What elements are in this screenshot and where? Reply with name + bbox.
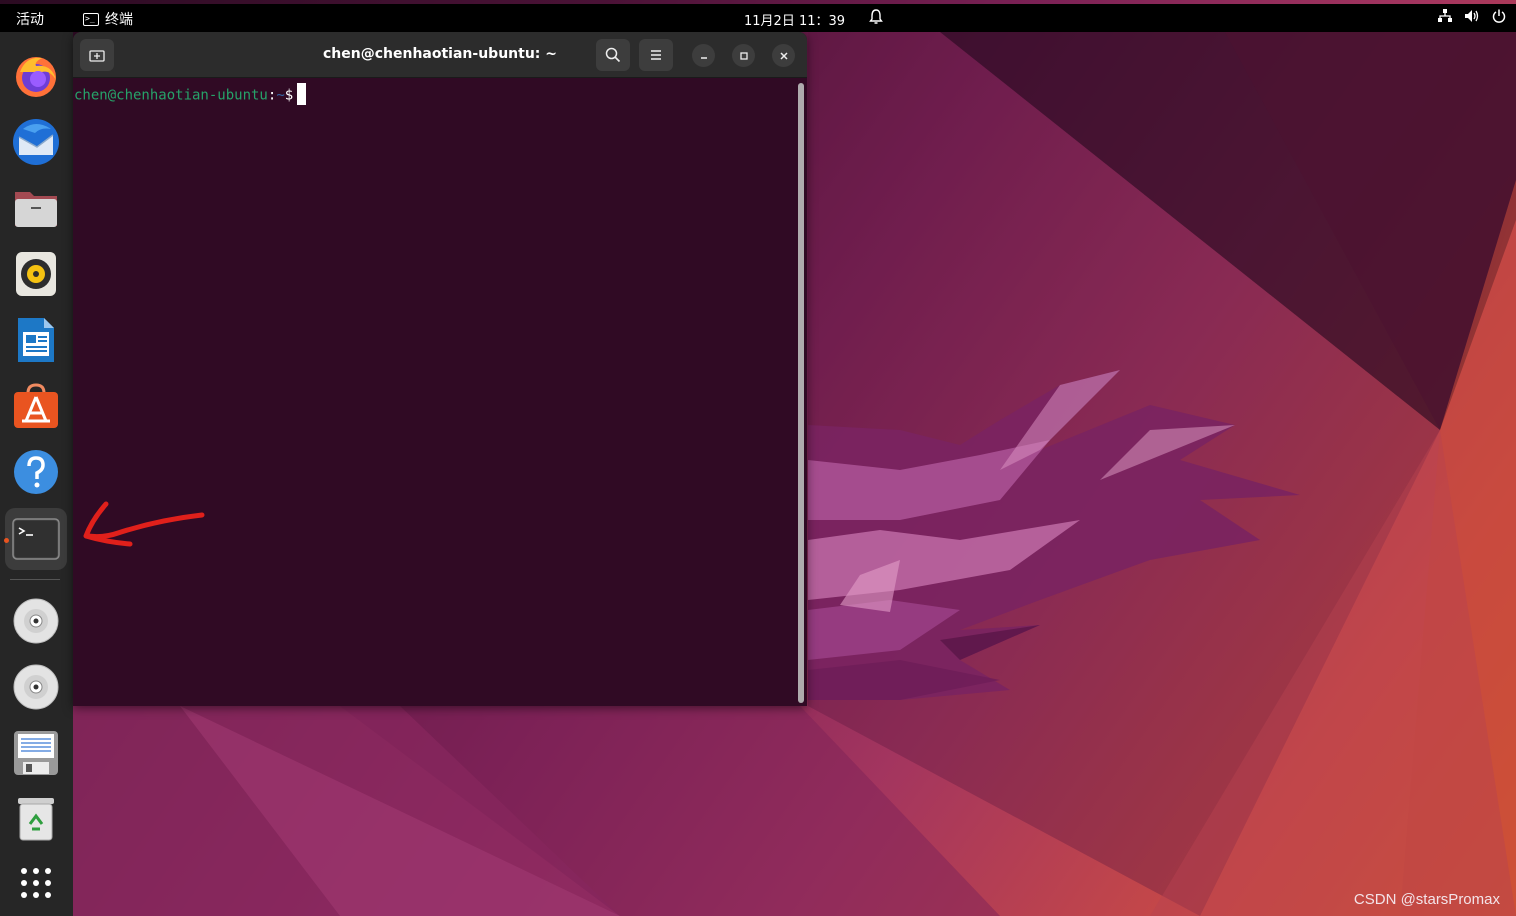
prompt-user: chen@chenhaotian-ubuntu — [74, 87, 268, 104]
terminal-icon: >_ — [83, 12, 99, 26]
app-menu-label: 终端 — [105, 12, 133, 28]
disc-icon — [13, 598, 59, 644]
prompt-line: chen@chenhaotian-ubuntu:~$ — [74, 83, 307, 105]
dock-item-libreoffice-writer[interactable] — [5, 309, 67, 371]
minimize-icon — [700, 56, 707, 59]
status-area[interactable] — [1438, 9, 1506, 27]
maximize-icon — [739, 51, 748, 60]
volume-icon — [1464, 9, 1480, 27]
trash-icon — [18, 798, 54, 841]
dock-item-help[interactable] — [5, 441, 67, 503]
hamburger-menu-icon — [651, 50, 661, 60]
search-icon — [605, 47, 621, 63]
rhythmbox-icon — [16, 252, 56, 296]
help-icon — [14, 450, 58, 494]
show-apps-icon — [21, 868, 51, 898]
dock-separator — [10, 579, 60, 580]
dock-item-disc-1[interactable] — [5, 590, 67, 652]
search-button[interactable] — [596, 39, 630, 71]
network-icon — [1438, 9, 1452, 27]
firefox-icon — [16, 57, 56, 97]
watermark: CSDN @starsPromax — [1353, 891, 1500, 908]
activities-button[interactable]: 活动 — [16, 9, 44, 29]
terminal-headerbar[interactable]: chen@chenhaotian-ubuntu: ~ — [73, 32, 807, 78]
dock — [0, 32, 73, 916]
annotation-arrow — [83, 501, 205, 547]
app-center-icon — [14, 383, 58, 428]
show-apps-button[interactable] — [5, 852, 67, 914]
dock-item-firefox[interactable] — [5, 45, 67, 107]
bell-icon[interactable] — [868, 8, 884, 30]
minimize-button[interactable] — [692, 44, 715, 67]
terminal-body[interactable]: chen@chenhaotian-ubuntu:~$ — [73, 79, 807, 706]
power-icon — [1492, 9, 1506, 27]
floppy-save-icon — [14, 731, 58, 775]
menu-button[interactable] — [639, 39, 673, 71]
top-bar: 活动 >_ 终端 11月2日 11：39 — [0, 4, 1516, 32]
close-icon — [779, 51, 788, 60]
terminal-window[interactable]: chen@chenhaotian-ubuntu: ~ chen@chenhaot… — [73, 32, 807, 706]
files-icon — [15, 192, 57, 227]
libreoffice-writer-icon — [18, 318, 54, 362]
thunderbird-icon — [13, 119, 59, 165]
disc-icon — [13, 664, 59, 710]
clock[interactable]: 11月2日 11：39 — [744, 10, 845, 29]
running-indicator — [4, 538, 9, 543]
dock-item-floppy-save[interactable] — [5, 722, 67, 784]
dock-item-rhythmbox[interactable] — [5, 243, 67, 305]
dock-item-files[interactable] — [5, 177, 67, 239]
dock-item-terminal[interactable] — [5, 508, 67, 570]
prompt-dollar: $ — [284, 87, 294, 104]
text-cursor — [297, 83, 307, 105]
dock-item-trash[interactable] — [5, 788, 67, 850]
maximize-button[interactable] — [732, 44, 755, 67]
app-menu[interactable]: >_ 终端 — [83, 9, 133, 29]
dock-item-app-center[interactable] — [5, 375, 67, 437]
scrollbar[interactable] — [798, 83, 804, 703]
dock-item-disc-2[interactable] — [5, 656, 67, 718]
close-button[interactable] — [772, 44, 795, 67]
dock-item-thunderbird[interactable] — [5, 111, 67, 173]
terminal-icon — [12, 518, 60, 560]
prompt-path: ~ — [276, 87, 285, 104]
